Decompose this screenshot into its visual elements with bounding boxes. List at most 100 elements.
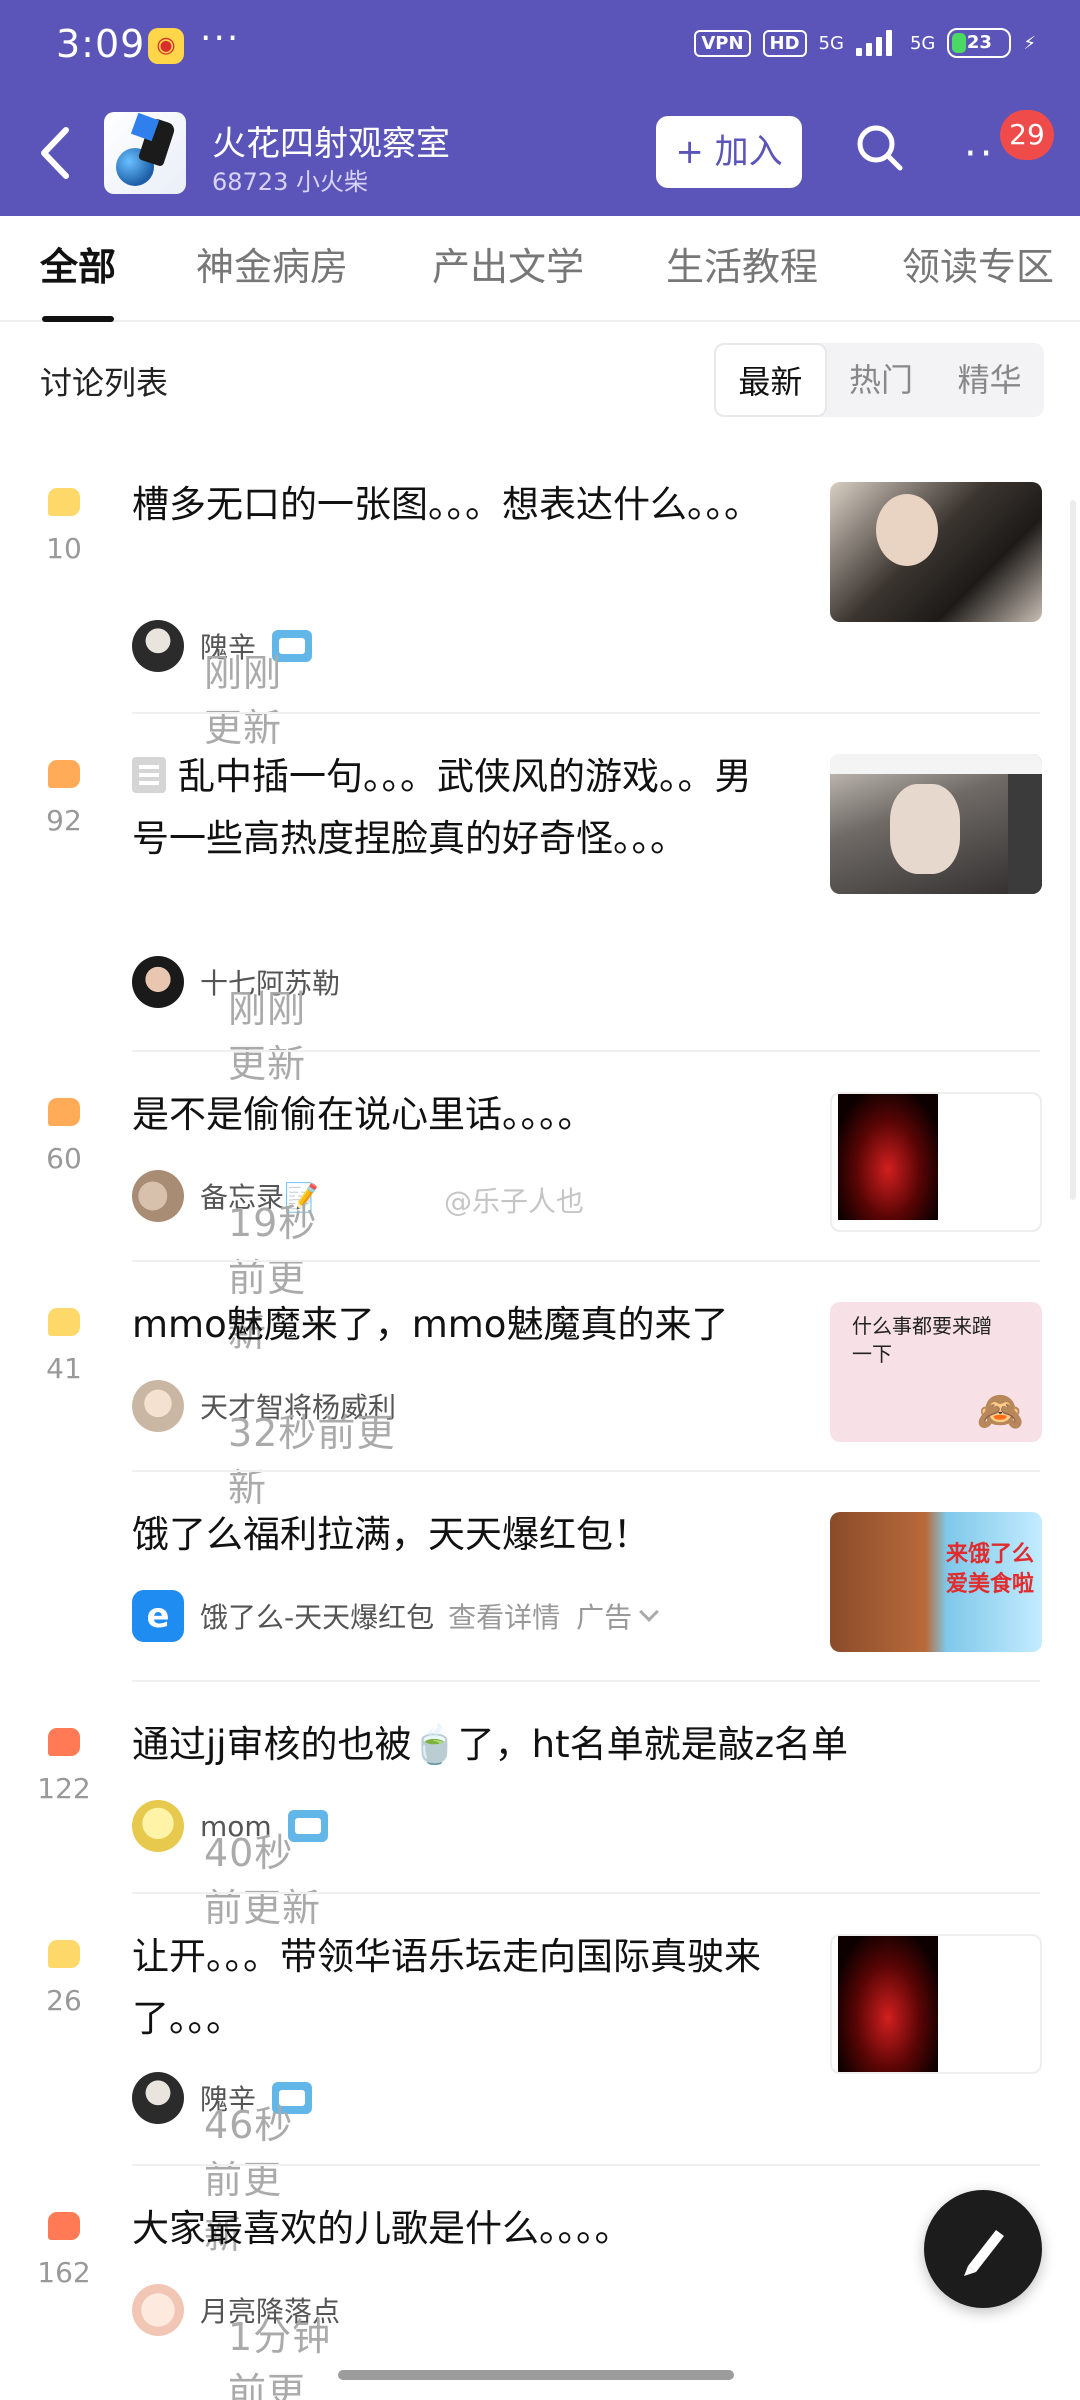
discussion-list-title: 讨论列表 — [40, 364, 169, 402]
tab-reading[interactable]: 领读专区 — [902, 216, 1054, 322]
avatar[interactable] — [132, 620, 184, 672]
sort-latest[interactable]: 最新 — [714, 343, 827, 417]
comment-count: 60 — [46, 1142, 82, 1175]
comment-count: 162 — [37, 2256, 91, 2289]
tab-life-tutorial[interactable]: 生活教程 — [666, 216, 818, 322]
post-title[interactable]: 槽多无口的一张图。。。想表达什么。。。 — [132, 474, 772, 536]
weibo-notification-icon: ◉ — [148, 28, 184, 64]
document-icon — [132, 757, 166, 793]
comment-icon — [48, 1728, 80, 1756]
divider — [132, 2164, 1040, 2166]
avatar[interactable] — [132, 2072, 184, 2124]
join-button[interactable]: + 加入 — [656, 116, 802, 188]
update-time: 1分钟前更新 — [228, 2315, 332, 2400]
more-notifications-icon: ··· — [200, 18, 241, 59]
post-meta: 隗辛 刚刚更新 — [132, 620, 313, 750]
post-title[interactable]: 让开。。。带领华语乐坛走向国际真驶来了。。。 — [132, 1926, 772, 2050]
ad-meta: e 饿了么-天天爆红包 查看详情 广告 — [132, 1590, 660, 1642]
notification-badge[interactable]: 29 — [1000, 110, 1054, 160]
group-nav-bar: 火花四射观察室 68723 小火柴 + 加入 ·· 29 — [0, 100, 1080, 210]
divider — [132, 712, 1040, 714]
comment-icon — [48, 1940, 80, 1968]
update-time: 刚刚更新 — [228, 987, 307, 1086]
comment-icon — [48, 2212, 80, 2240]
comment-icon — [48, 1098, 80, 1126]
post-meta: 天才智将杨威利 32秒前更新 — [132, 1380, 396, 1510]
comment-count: 122 — [37, 1772, 91, 1805]
signal-5g-label: 5G — [818, 32, 844, 54]
compose-button[interactable] — [924, 2190, 1042, 2308]
group-avatar[interactable] — [104, 112, 186, 194]
sort-hot[interactable]: 热门 — [827, 343, 936, 417]
post-thumbnail[interactable] — [830, 482, 1042, 622]
system-indicators: VPN HD 5G 5G 23 ⚡ — [694, 28, 1036, 58]
sort-featured[interactable]: 精华 — [935, 343, 1044, 417]
status-bar: 3:09 ◉ ··· VPN HD 5G 5G 23 ⚡ — [0, 0, 1080, 92]
avatar[interactable] — [132, 1800, 184, 1852]
group-member-count: 68723 小火柴 — [212, 168, 368, 196]
more-options-icon[interactable]: ·· — [964, 134, 995, 174]
comment-icon — [48, 1308, 80, 1336]
post-thumbnail[interactable] — [830, 1934, 1042, 2074]
tab-all[interactable]: 全部 — [40, 216, 116, 322]
clock: 3:09 — [56, 22, 146, 66]
signal-icon — [855, 30, 898, 56]
battery-icon: 23 — [947, 28, 1012, 58]
avatar[interactable] — [132, 1170, 184, 1222]
divider — [132, 1050, 1040, 1052]
comment-count: 92 — [46, 804, 82, 837]
ad-title[interactable]: 饿了么福利拉满，天天爆红包！ — [132, 1504, 772, 1566]
tab-literature[interactable]: 产出文学 — [432, 216, 584, 322]
avatar[interactable] — [132, 956, 184, 1008]
comment-count: 26 — [46, 1984, 82, 2017]
signal-5g-label-2: 5G — [909, 32, 936, 54]
post-thumbnail[interactable]: 什么事都要来蹭一下 🙈 — [830, 1302, 1042, 1442]
post-meta: mom 40秒前更新 — [132, 1800, 328, 1930]
ad-thumbnail[interactable]: 来饿了么爱美食啦 — [830, 1512, 1042, 1652]
tab-shenjin[interactable]: 神金病房 — [196, 216, 348, 322]
post-title[interactable]: 乱中插一句。。。武侠风的游戏。。男号一些高热度捏脸真的好奇怪。。。 — [132, 755, 752, 860]
post-title[interactable]: 通过jj审核的也被🍵了，ht名单就是敲z名单 — [132, 1714, 1012, 1776]
post-meta: 备忘录📝 19秒前更新 — [132, 1170, 319, 1355]
post-title[interactable]: 是不是偷偷在说心里话。。。。 — [132, 1084, 772, 1146]
post-thumbnail[interactable] — [830, 754, 1042, 894]
back-arrow-icon[interactable] — [30, 118, 80, 188]
charging-icon: ⚡ — [1023, 32, 1036, 54]
chevron-down-icon[interactable] — [639, 1602, 660, 1622]
ad-advertiser[interactable]: 饿了么-天天爆红包 — [200, 1596, 434, 1636]
post-thumbnail[interactable] — [830, 1092, 1042, 1232]
sort-switch: 最新 热门 精华 — [714, 343, 1044, 417]
update-time: 40秒前更新 — [204, 1831, 322, 1930]
divider — [132, 1680, 1040, 1682]
watermark: @乐子人也 — [444, 1185, 585, 1218]
post-meta: 十七阿苏勒 刚刚更新 — [132, 956, 340, 1086]
ad-label: 广告 — [576, 1601, 633, 1634]
search-icon[interactable] — [852, 120, 908, 176]
post-title-wrap[interactable]: 乱中插一句。。。武侠风的游戏。。男号一些高热度捏脸真的好奇怪。。。 — [132, 746, 772, 870]
comment-count: 41 — [46, 1352, 82, 1385]
comment-icon — [48, 760, 80, 788]
comment-icon — [48, 488, 80, 516]
update-time: 刚刚更新 — [204, 651, 283, 750]
pen-icon — [964, 2230, 1004, 2276]
battery-level: 23 — [966, 32, 992, 53]
vpn-icon: VPN — [694, 29, 751, 57]
divider — [132, 1892, 1040, 1894]
thumbnail-text: 什么事都要来蹭一下 — [852, 1314, 992, 1366]
group-name[interactable]: 火花四射观察室 — [212, 116, 450, 165]
update-time: 32秒前更新 — [228, 1411, 396, 1510]
home-indicator[interactable] — [338, 2370, 734, 2380]
divider — [132, 1470, 1040, 1472]
ad-detail-link[interactable]: 查看详情 — [448, 1596, 560, 1636]
group-header: 3:09 ◉ ··· VPN HD 5G 5G 23 ⚡ 火花四射观察室 687… — [0, 0, 1080, 216]
monkey-emoji-icon: 🙈 — [976, 1389, 1024, 1433]
scrollbar[interactable] — [1070, 500, 1076, 1200]
divider — [132, 1260, 1040, 1262]
post-meta: 隗辛 46秒前更新 — [132, 2072, 313, 2257]
ad-thumbnail-text: 来饿了么爱美食啦 — [946, 1542, 1035, 1597]
post-title[interactable]: 大家最喜欢的儿歌是什么。。。。 — [132, 2198, 772, 2260]
comment-count: 10 — [46, 532, 82, 565]
avatar[interactable] — [132, 2284, 184, 2336]
avatar[interactable] — [132, 1380, 184, 1432]
post-title[interactable]: mmo魅魔来了，mmo魅魔真的来了 — [132, 1294, 772, 1356]
